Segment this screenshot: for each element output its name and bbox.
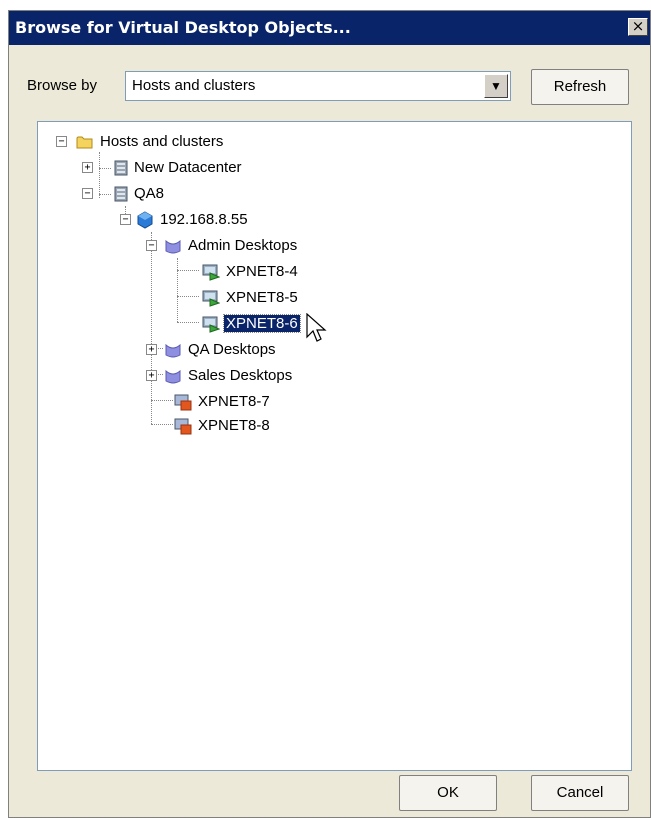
tree-item-admin-desktops[interactable]: − Admin Desktops <box>38 235 338 257</box>
expand-icon[interactable]: + <box>82 162 93 173</box>
vm-on-icon <box>202 316 220 333</box>
tree-item-label: XPNET8-6 <box>223 314 301 333</box>
tree-item-xpnet8-8[interactable]: XPNET8-8 <box>38 415 338 437</box>
tree-item-xpnet8-5[interactable]: XPNET8-5 <box>38 287 338 309</box>
tree-item-xpnet8-7[interactable]: XPNET8-7 <box>38 391 338 413</box>
tree-item-sales-desktops[interactable]: + Sales Desktops <box>38 365 338 387</box>
collapse-icon[interactable]: − <box>120 214 131 225</box>
expand-icon[interactable]: + <box>146 344 157 355</box>
expand-icon[interactable]: + <box>146 370 157 381</box>
browse-dialog: Browse for Virtual Desktop Objects... × … <box>8 10 651 818</box>
collapse-icon[interactable]: − <box>82 188 93 199</box>
vm-on-icon <box>202 290 220 307</box>
tree-item-label: XPNET8-4 <box>226 263 298 280</box>
tree-item-label: Admin Desktops <box>188 237 298 254</box>
dropdown-arrow-icon[interactable]: ▼ <box>484 74 508 98</box>
tree-item-xpnet8-6[interactable]: XPNET8-6 <box>38 313 338 335</box>
resource-pool-icon <box>165 369 181 384</box>
tree-item-label: XPNET8-5 <box>226 289 298 306</box>
host-icon <box>137 211 153 229</box>
folder-icon <box>76 136 93 149</box>
tree-item-label: 192.168.8.55 <box>160 211 248 228</box>
tree-item-hosts-and-clusters[interactable]: − Hosts and clusters <box>38 131 338 153</box>
tree-item-xpnet8-4[interactable]: XPNET8-4 <box>38 261 338 283</box>
resource-pool-icon <box>165 343 181 358</box>
close-button[interactable]: × <box>628 18 648 36</box>
browse-by-select[interactable]: Hosts and clusters ▼ <box>125 71 511 101</box>
collapse-icon[interactable]: − <box>146 240 157 251</box>
tree-item-host-192-168-8-55[interactable]: − 192.168.8.55 <box>38 209 338 231</box>
dialog-title: Browse for Virtual Desktop Objects... <box>15 18 351 37</box>
tree-item-label: QA8 <box>134 185 165 202</box>
browse-by-value: Hosts and clusters <box>132 77 256 94</box>
tree-item-label: QA Desktops <box>188 341 276 358</box>
tree-item-qa-desktops[interactable]: + QA Desktops <box>38 339 338 361</box>
tree-item-label: Hosts and clusters <box>100 133 224 150</box>
title-bar: Browse for Virtual Desktop Objects... × <box>9 11 650 45</box>
vm-on-icon <box>202 264 220 281</box>
datacenter-icon <box>114 186 128 202</box>
tree-item-label: XPNET8-8 <box>198 417 270 434</box>
datacenter-icon <box>114 160 128 176</box>
tree-item-qa8[interactable]: − QA8 <box>38 183 338 205</box>
cancel-button[interactable]: Cancel <box>531 775 629 811</box>
mouse-cursor-icon <box>306 313 327 342</box>
tree-item-label: Sales Desktops <box>188 367 293 384</box>
browse-by-label: Browse by <box>27 77 98 94</box>
refresh-button[interactable]: Refresh <box>531 69 629 105</box>
vm-off-icon <box>174 418 192 435</box>
tree-item-label: XPNET8-7 <box>198 393 270 410</box>
tree-item-label: New Datacenter <box>134 159 242 176</box>
vm-off-icon <box>174 394 192 411</box>
object-tree[interactable]: − Hosts and clusters + New Datacenter − <box>37 121 632 771</box>
ok-button[interactable]: OK <box>399 775 497 811</box>
tree-item-new-datacenter[interactable]: + New Datacenter <box>38 157 338 179</box>
resource-pool-icon <box>165 239 181 254</box>
collapse-icon[interactable]: − <box>56 136 67 147</box>
